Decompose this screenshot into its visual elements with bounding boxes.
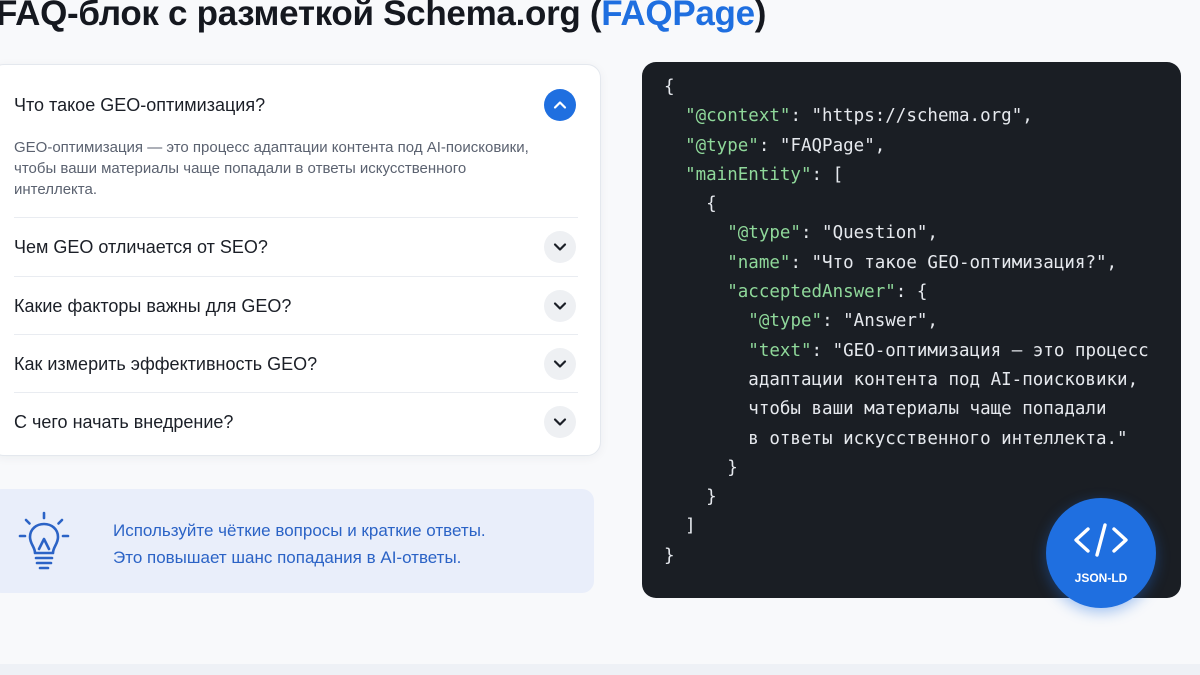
code-line: адаптации контента под AI-поисковики,	[664, 369, 1139, 390]
code-line: "@context": "https://schema.org",	[685, 106, 1033, 127]
tip-text: Используйте чёткие вопросы и краткие отв…	[113, 517, 486, 571]
code-line: чтобы ваши материалы чаще попадали	[664, 399, 1107, 420]
divider	[14, 334, 578, 335]
code-line: "@type": "Question",	[727, 223, 938, 244]
code-icon	[1074, 523, 1128, 557]
chevron-down-icon[interactable]	[544, 290, 576, 322]
faq-answer: GEO-оптимизация — это процесс адаптации …	[14, 137, 584, 200]
code-line: "name": "Что такое GEO-оптимизация?",	[727, 252, 1118, 273]
json-ld-code: { "@context": "https://schema.org", "@ty…	[664, 73, 1149, 571]
code-line: в ответы искусственного интеллекта."	[664, 428, 1128, 449]
divider	[14, 392, 578, 393]
tip-line: Используйте чёткие вопросы и краткие отв…	[113, 521, 486, 540]
divider	[14, 217, 578, 218]
faq-question[interactable]: Как измерить эффективность GEO?	[14, 354, 317, 375]
chevron-down-icon[interactable]	[544, 348, 576, 380]
code-line: "@type": "FAQPage",	[685, 135, 886, 156]
footer-strip	[0, 664, 1200, 675]
answer-line: GEO-оптимизация — это процесс адаптации …	[14, 139, 529, 156]
tip-line: Это повышает шанс попадания в AI-ответы.	[113, 548, 462, 567]
faq-question[interactable]: С чего начать внедрение?	[14, 412, 233, 433]
faq-question[interactable]: Чем GEO отличается от SEO?	[14, 237, 268, 258]
json-ld-badge[interactable]: JSON-LD	[1046, 498, 1156, 608]
badge-label: JSON-LD	[1074, 571, 1128, 585]
code-line: "mainEntity": [	[685, 164, 844, 185]
code-line: }	[664, 545, 675, 566]
code-line: "@type": "Answer",	[748, 311, 938, 332]
code-line: "text": "GEO-оптимизация – это процесс	[748, 340, 1149, 361]
title-end: )	[754, 0, 767, 33]
title-main: FAQ-блок с разметкой Schema.org (	[0, 0, 602, 33]
code-line: }	[664, 457, 738, 478]
chevron-down-icon[interactable]	[544, 231, 576, 263]
faq-accordion: Что такое GEO-оптимизация? GEO-оптимизац…	[0, 64, 601, 456]
code-line: ]	[664, 516, 696, 537]
code-line: }	[664, 487, 717, 508]
chevron-down-icon[interactable]	[544, 406, 576, 438]
lightbulb-icon	[18, 511, 70, 570]
code-line: {	[664, 194, 717, 215]
chevron-up-icon[interactable]	[544, 89, 576, 121]
code-line: {	[664, 77, 675, 97]
page-title: FAQ-блок с разметкой Schema.org (FAQPage…	[0, 0, 766, 34]
title-accent: FAQPage	[601, 0, 755, 33]
tip-box: Используйте чёткие вопросы и краткие отв…	[0, 489, 594, 593]
divider	[14, 276, 578, 277]
faq-question[interactable]: Какие факторы важны для GEO?	[14, 296, 291, 317]
code-line: "acceptedAnswer": {	[727, 282, 928, 303]
answer-line: интеллекта.	[14, 181, 97, 198]
faq-question[interactable]: Что такое GEO-оптимизация?	[14, 95, 265, 116]
answer-line: чтобы ваши материалы чаще попадали в отв…	[14, 160, 467, 177]
